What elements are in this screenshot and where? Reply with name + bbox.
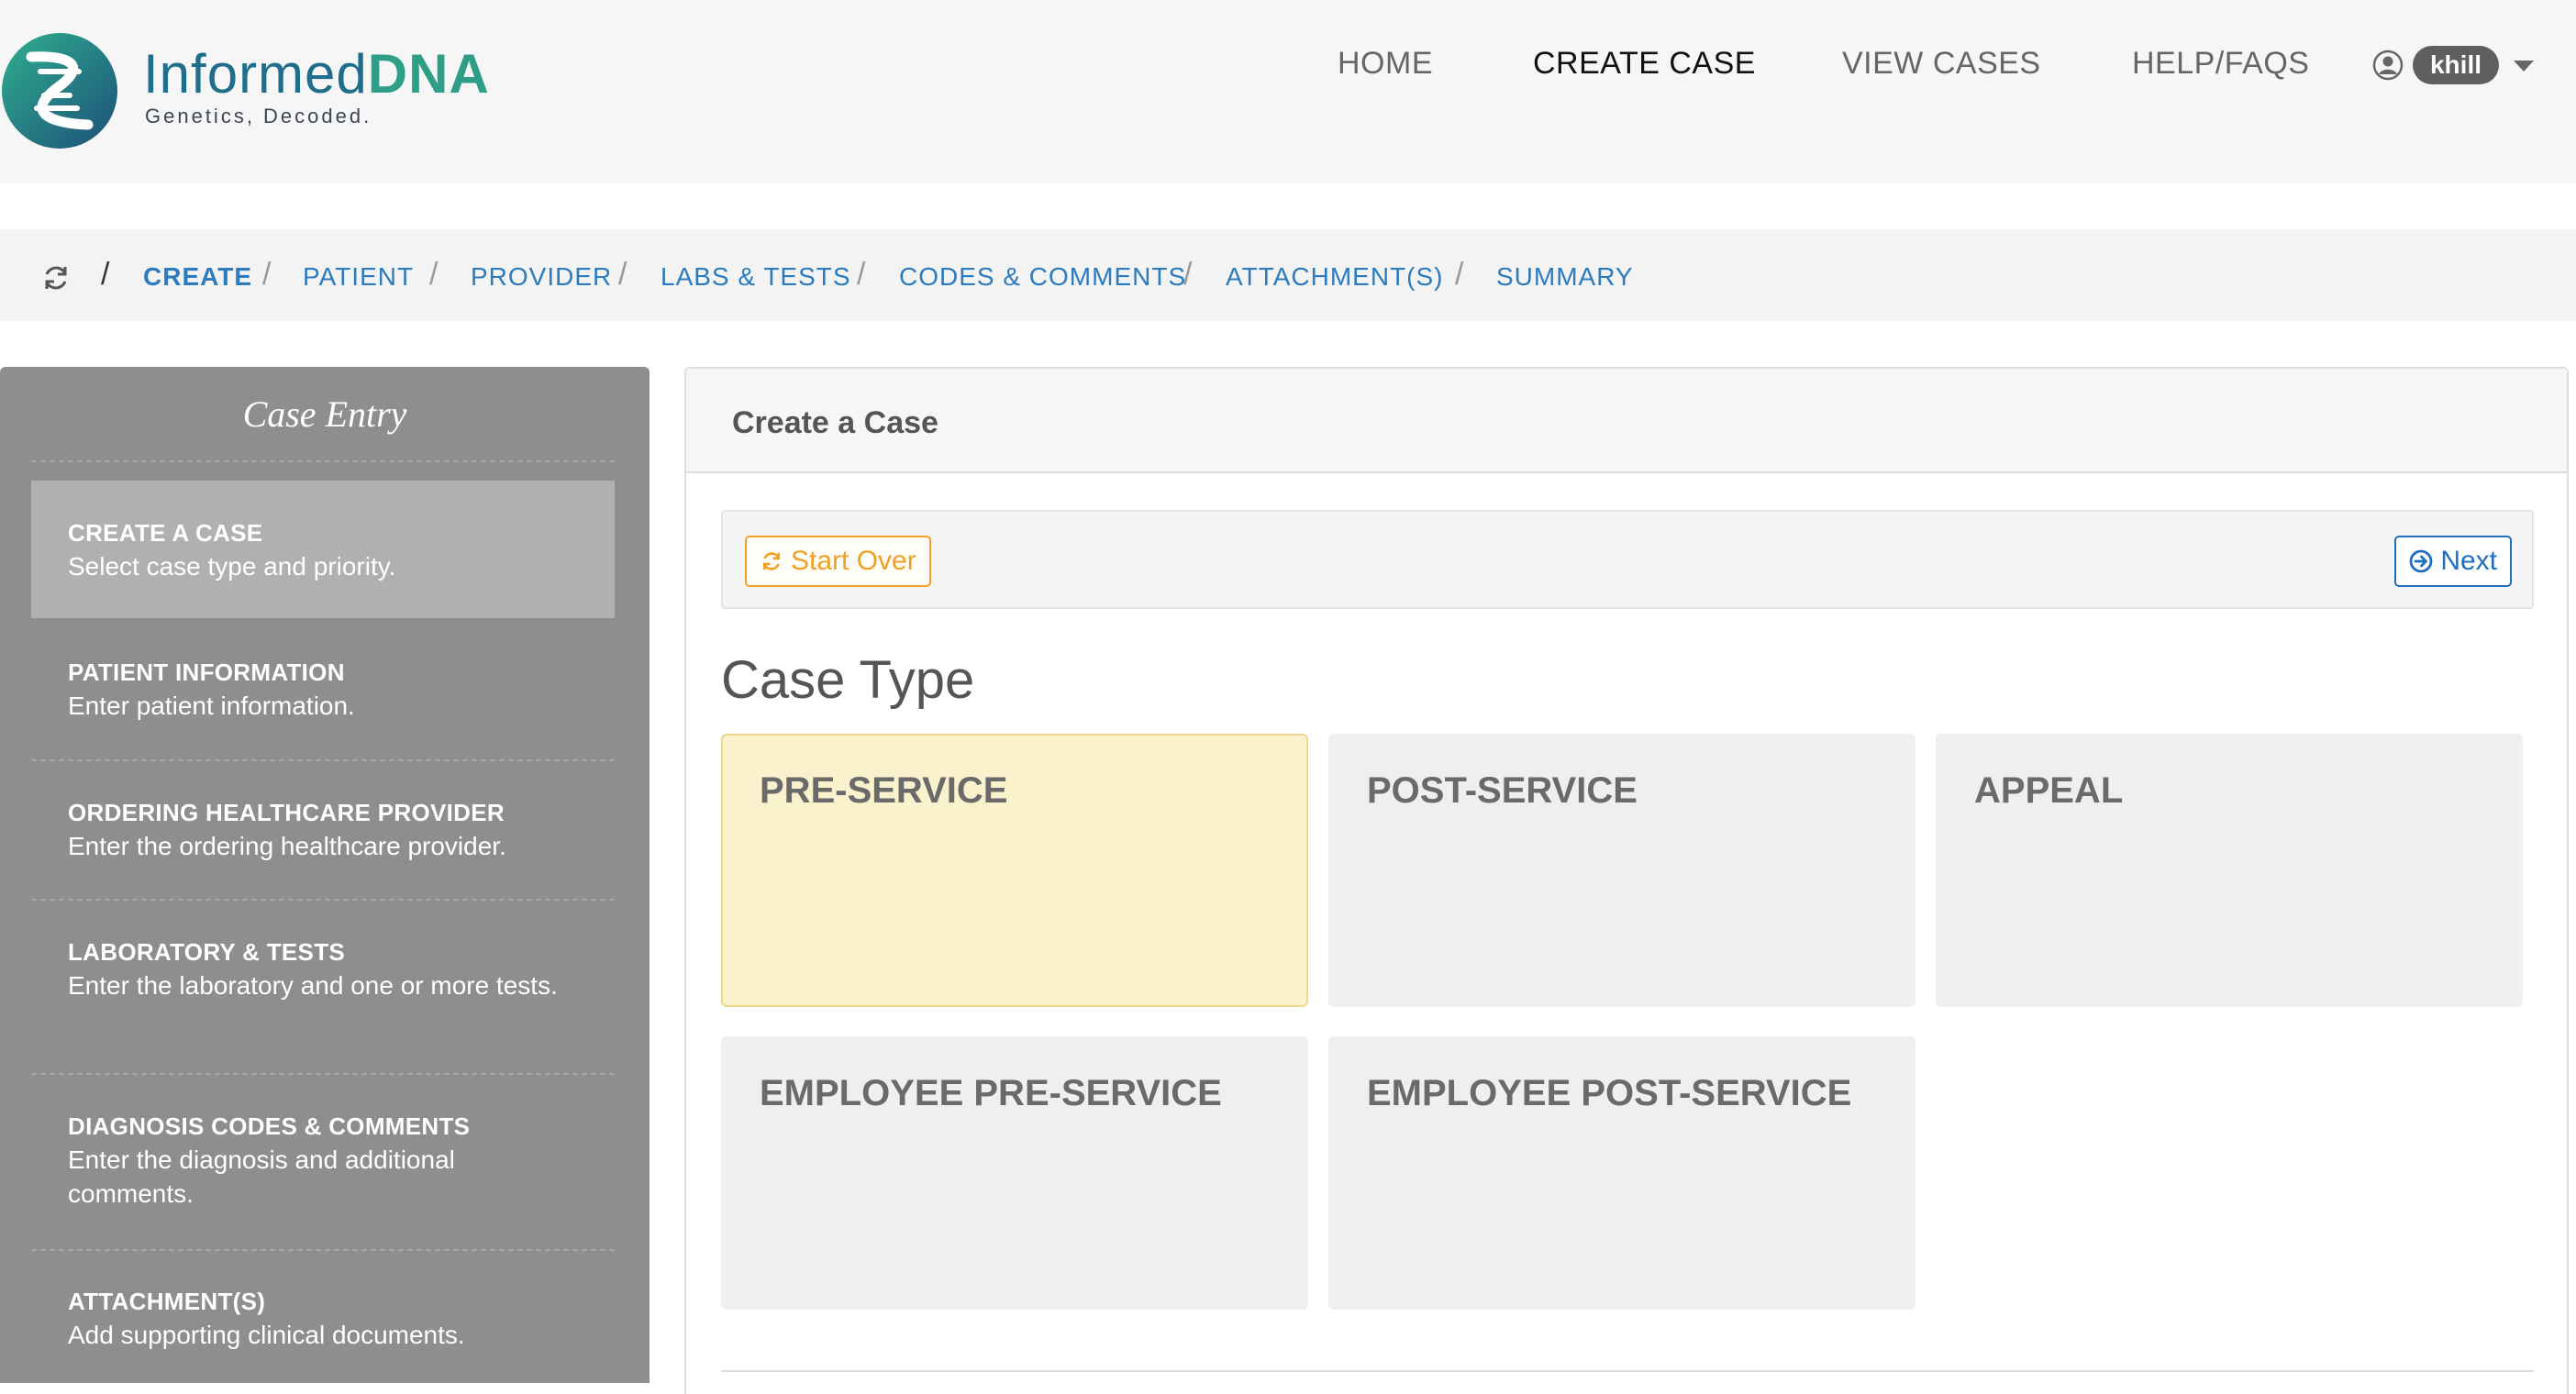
case-type-label: POST-SERVICE [1367, 770, 1638, 811]
case-type-label: APPEAL [1974, 770, 2124, 811]
breadcrumb-separator: / [262, 257, 272, 292]
case-type-employee-pre-service[interactable]: EMPLOYEE PRE-SERVICE [721, 1036, 1308, 1310]
nav-create-case[interactable]: CREATE CASE [1533, 46, 1756, 82]
action-toolbar: Start Over Next [721, 510, 2534, 609]
sidebar-item-title: ATTACHMENT(S) [68, 1288, 266, 1315]
brand-name-part1: Informed [143, 43, 368, 105]
sidebar-item-patient-information[interactable]: PATIENT INFORMATION Enter patient inform… [31, 658, 615, 723]
breadcrumb-separator: / [101, 257, 110, 292]
breadcrumb-labs-tests[interactable]: LABS & TESTS [661, 262, 851, 292]
informed-dna-logo-icon[interactable] [0, 31, 119, 150]
refresh-icon [763, 552, 780, 570]
breadcrumb-patient[interactable]: PATIENT [303, 262, 414, 292]
sidebar-item-desc: Enter the laboratory and one or more tes… [68, 971, 558, 1000]
sidebar-item-desc: Enter the ordering healthcare provider. [68, 832, 506, 860]
create-case-panel: Create a Case Start Over Next Case Type … [684, 367, 2569, 1394]
case-type-appeal[interactable]: APPEAL [1936, 734, 2523, 1007]
nav-help-faqs[interactable]: HELP/FAQS [2132, 46, 2309, 82]
breadcrumb-attachments[interactable]: ATTACHMENT(S) [1226, 262, 1444, 292]
sidebar-title: Case Entry [242, 393, 407, 435]
case-type-label: EMPLOYEE PRE-SERVICE [760, 1073, 1222, 1113]
breadcrumb-separator: / [429, 257, 439, 292]
sidebar-item-desc: Select case type and priority. [68, 552, 396, 581]
sidebar-divider [31, 460, 615, 462]
brand-name[interactable]: InformedDNA [143, 42, 490, 106]
case-type-heading: Case Type [721, 650, 975, 710]
start-over-button[interactable]: Start Over [745, 536, 931, 587]
case-type-label: EMPLOYEE POST-SERVICE [1367, 1073, 1852, 1113]
sidebar-item-desc: Enter patient information. [68, 691, 355, 720]
sidebar-item-title: LABORATORY & TESTS [68, 938, 346, 966]
case-type-label: PRE-SERVICE [760, 770, 1008, 811]
sidebar-divider [31, 759, 615, 761]
brand-name-part2: DNA [367, 43, 490, 105]
breadcrumb-codes-comments[interactable]: CODES & COMMENTS [899, 262, 1186, 292]
sidebar-item-title: ORDERING HEALTHCARE PROVIDER [68, 799, 505, 826]
caret-down-icon[interactable] [2514, 61, 2534, 72]
panel-title: Create a Case [732, 405, 938, 440]
sidebar-item-desc: Enter the diagnosis and additional comme… [68, 1145, 455, 1208]
sidebar-item-title: CREATE A CASE [68, 519, 263, 547]
panel-header: Create a Case [686, 369, 2567, 473]
sidebar-item-ordering-provider[interactable]: ORDERING HEALTHCARE PROVIDER Enter the o… [31, 799, 615, 863]
sidebar-divider [31, 1073, 615, 1075]
breadcrumb-separator: / [1455, 257, 1464, 292]
case-type-employee-post-service[interactable]: EMPLOYEE POST-SERVICE [1328, 1036, 1915, 1310]
sidebar-item-attachments[interactable]: ATTACHMENT(S) Add supporting clinical do… [31, 1288, 615, 1352]
breadcrumb-summary[interactable]: SUMMARY [1496, 262, 1634, 292]
start-over-label: Start Over [791, 546, 916, 576]
breadcrumb-provider[interactable]: PROVIDER [471, 262, 612, 292]
user-menu-badge[interactable]: khill [2413, 46, 2499, 84]
sidebar-item-title: PATIENT INFORMATION [68, 658, 345, 686]
section-divider [721, 1370, 2534, 1372]
sidebar-item-diagnosis-codes[interactable]: DIAGNOSIS CODES & COMMENTS Enter the dia… [31, 1112, 615, 1211]
arrow-circle-right-icon [2409, 549, 2433, 573]
sidebar-item-laboratory-tests[interactable]: LABORATORY & TESTS Enter the laboratory … [31, 938, 615, 1002]
case-type-pre-service[interactable]: PRE-SERVICE [721, 734, 1308, 1007]
breadcrumb-create[interactable]: CREATE [143, 262, 252, 292]
case-entry-sidebar: Case Entry CREATE A CASE Select case typ… [0, 367, 650, 1383]
sidebar-divider [31, 1249, 615, 1251]
user-circle-icon[interactable] [2372, 50, 2404, 81]
nav-view-cases[interactable]: VIEW CASES [1842, 46, 2041, 82]
breadcrumb-separator: / [857, 257, 866, 292]
brand-tagline: Genetics, Decoded. [145, 105, 372, 127]
sidebar-divider [31, 899, 615, 901]
sidebar-item-title: DIAGNOSIS CODES & COMMENTS [68, 1112, 471, 1140]
nav-home[interactable]: HOME [1338, 46, 1433, 82]
sidebar-item-desc: Add supporting clinical documents. [68, 1321, 465, 1349]
refresh-icon[interactable] [40, 262, 72, 293]
next-label: Next [2440, 546, 2497, 576]
next-button[interactable]: Next [2394, 536, 2512, 587]
breadcrumb-separator: / [618, 257, 627, 292]
top-navbar: InformedDNA Genetics, Decoded. HOME CREA… [0, 0, 2576, 183]
sidebar-item-create-case[interactable]: CREATE A CASE Select case type and prior… [31, 481, 615, 618]
breadcrumb-separator: / [1183, 257, 1193, 292]
case-type-post-service[interactable]: POST-SERVICE [1328, 734, 1915, 1007]
